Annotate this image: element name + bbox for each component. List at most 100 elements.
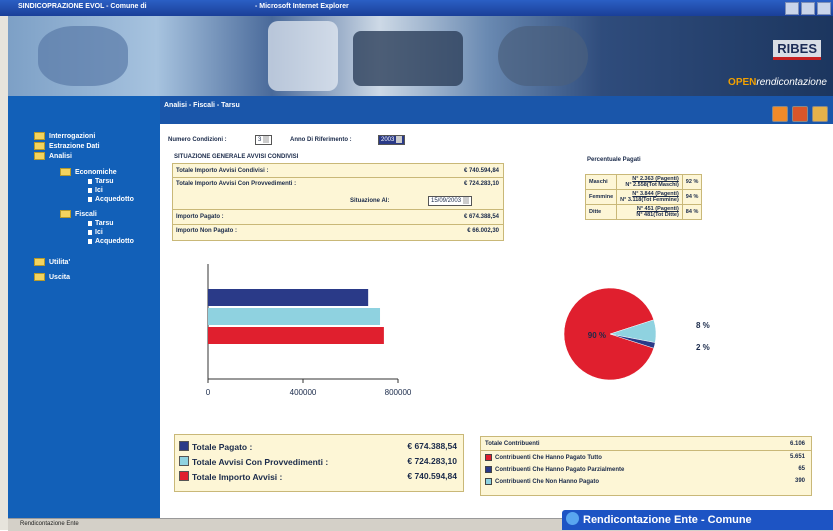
legend-value: € 674.388,54	[407, 441, 457, 451]
ribes-logo: RIBES	[773, 40, 821, 60]
banner-photo-monitor	[353, 31, 463, 86]
percent-group: Ditte	[584, 204, 618, 220]
sidebar-item-uscita[interactable]: Uscita	[34, 273, 70, 281]
home-icon[interactable]	[772, 106, 788, 122]
bar	[208, 289, 369, 306]
sidebar-item-label: Tarsu	[95, 178, 114, 185]
sidebar-item-label: Economiche	[75, 168, 117, 176]
divider	[173, 209, 503, 210]
close-button[interactable]	[817, 2, 831, 15]
folder-open-icon	[60, 168, 71, 176]
sidebar-item-fiscali[interactable]: Fiscali	[60, 210, 97, 218]
legend-swatch	[179, 441, 189, 451]
pie-data-label: 8 %	[696, 321, 710, 330]
document-icon	[88, 238, 92, 244]
percent-group: Femmine	[584, 189, 618, 205]
table-row: Femmine N° 3.844 (Pagenti) N° 3.118(Tot F…	[584, 189, 703, 205]
legend-item: Totale Importo Avvisi :	[179, 471, 282, 482]
legend-item: Totale Avvisi Con Provvedimenti :	[179, 456, 328, 467]
percent-detail: N° 451 (Pagenti) N° 481(Tot Ditte)	[616, 204, 683, 220]
contrib-panel: Totale Contribuenti 6.106 Contribuenti C…	[480, 436, 812, 496]
main-content: Numero Condizioni : 3 Anno Di Riferiment…	[160, 124, 833, 520]
product-logo-rend: rendicontazione	[756, 77, 827, 88]
sidebar-item-interrogazioni[interactable]: Interrogazioni	[34, 132, 95, 140]
chevron-down-icon	[463, 197, 470, 204]
window-titlebar: SINDICOPRAZIONE EVOL - Comune di - Micro…	[0, 0, 833, 16]
sidebar-item-analisi[interactable]: Analisi	[34, 152, 72, 160]
summary-value: € 724.283,10	[463, 181, 499, 187]
percent-detail: N° 2.363 (Pagenti) N° 2.558(Tot Maschi)	[616, 174, 683, 190]
sidebar-item-label: Acquedotto	[95, 196, 134, 203]
exit-icon[interactable]	[812, 106, 828, 122]
percent-table: Maschi N° 2.363 (Pagenti) N° 2.558(Tot Ma…	[584, 174, 703, 220]
sidebar-item-fis-tarsu[interactable]: Tarsu	[88, 220, 114, 227]
sidebar-item-eco-tarsu[interactable]: Tarsu	[88, 178, 114, 185]
sidebar-item-fis-acquedotto[interactable]: Acquedotto	[88, 238, 134, 245]
folder-icon	[34, 142, 45, 150]
contrib-row: Contribuenti Che Non Hanno Pagato	[485, 478, 599, 485]
summary-panel: Totale Importo Avvisi Condivisi : € 740.…	[172, 163, 504, 241]
contrib-label: Contribuenti Che Hanno Pagato Parzialmen…	[495, 467, 625, 474]
percent-value: 92 %	[681, 174, 703, 190]
summary-label: Totale Importo Avvisi Condivisi :	[176, 168, 269, 174]
legend-swatch	[179, 471, 189, 481]
browser-name: - Microsoft Internet Explorer	[255, 3, 349, 10]
contrib-swatch	[485, 466, 492, 473]
status-text: Rendicontazione Ente	[20, 521, 79, 527]
x-tick-label: 0	[206, 388, 211, 397]
contrib-value: 65	[798, 466, 805, 472]
pie-data-label: 2 %	[696, 343, 710, 352]
document-icon	[88, 187, 92, 193]
product-logo: OPENrendicontazione	[728, 77, 827, 88]
percent-value: 94 %	[681, 189, 703, 205]
maximize-button[interactable]	[801, 2, 815, 15]
document-icon	[88, 220, 92, 226]
taskbar-window-button[interactable]: Rendicontazione Ente - Comune	[562, 510, 833, 530]
contrib-label: Contribuenti Che Non Hanno Pagato	[495, 479, 599, 486]
banner-photo-person	[38, 26, 128, 86]
x-tick-label: 400000	[290, 388, 317, 397]
num-condizioni-select[interactable]: 3	[255, 135, 273, 145]
document-icon	[88, 178, 92, 184]
header-banner: RIBES OPENrendicontazione	[8, 16, 833, 96]
divider	[173, 177, 503, 178]
pie-chart: 90 % 8 % 2 %	[563, 287, 710, 381]
contrib-row: Contribuenti Che Hanno Pagato Parzialmen…	[485, 466, 624, 473]
report-icon[interactable]	[792, 106, 808, 122]
situation-date-select[interactable]: 15/09/2003	[428, 196, 473, 206]
summary-heading: SITUAZIONE GENERALE AVVISI CONDIVISI	[174, 154, 299, 160]
contrib-value: 5.651	[789, 454, 805, 460]
contrib-swatch	[485, 454, 492, 461]
minimize-button[interactable]	[785, 2, 799, 15]
document-icon	[88, 229, 92, 235]
x-tick-label: 800000	[385, 388, 412, 397]
anno-select[interactable]: 2003	[378, 135, 406, 145]
anno-value: 2003	[381, 137, 395, 143]
sidebar-item-utilita[interactable]: Utilita'	[34, 258, 70, 266]
sidebar-item-economiche[interactable]: Economiche	[60, 168, 117, 176]
percent-group: Maschi	[584, 174, 618, 190]
legend-label: Totale Avvisi Con Provvedimenti :	[192, 457, 329, 467]
chevron-down-icon	[396, 136, 403, 143]
sidebar-item-eco-ici[interactable]: Ici	[88, 187, 103, 194]
folder-icon	[34, 273, 45, 281]
window-controls	[785, 2, 831, 15]
ie-icon	[566, 512, 579, 525]
folder-open-icon	[34, 152, 45, 160]
legend-value: € 740.594,84	[407, 471, 457, 481]
table-row: Ditte N° 451 (Pagenti) N° 481(Tot Ditte) …	[584, 204, 703, 220]
percent-line2: N° 2.558(Tot Maschi)	[625, 182, 679, 188]
bar	[208, 308, 381, 325]
table-row: Maschi N° 2.363 (Pagenti) N° 2.558(Tot Ma…	[584, 174, 703, 190]
summary-label: Importo Pagato :	[176, 214, 224, 220]
sidebar-item-fis-ici[interactable]: Ici	[88, 229, 103, 236]
pie-data-label: 90 %	[588, 331, 606, 340]
sidebar-item-eco-acquedotto[interactable]: Acquedotto	[88, 196, 134, 203]
percent-heading: Percentuale Pagati	[587, 157, 641, 163]
sidebar: Interrogazioni Estrazione Dati Analisi E…	[8, 96, 160, 520]
summary-value: € 674.388,54	[463, 214, 499, 220]
breadcrumb: Analisi - Fiscali - Tarsu	[164, 102, 240, 109]
sidebar-item-estrazione-dati[interactable]: Estrazione Dati	[34, 142, 100, 150]
summary-value: € 740.594,84	[463, 168, 499, 174]
bar-legend: Totale Pagato : € 674.388,54 Totale Avvi…	[174, 434, 464, 492]
